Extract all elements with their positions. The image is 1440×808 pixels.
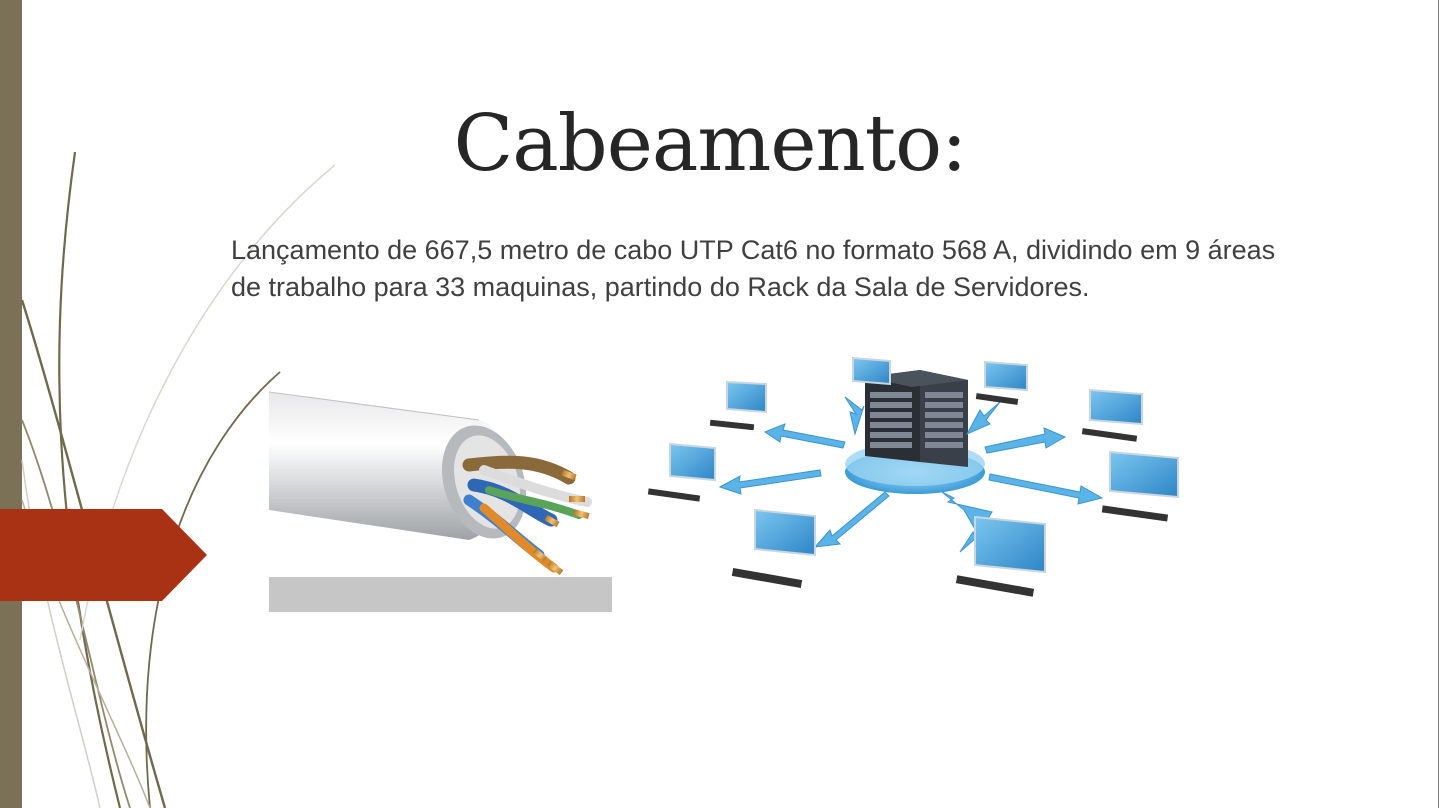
right-edge-line — [1438, 0, 1439, 808]
utp-cable-image — [269, 390, 612, 612]
accent-arrow-shape — [0, 509, 207, 601]
slide-body-text: Lançamento de 667,5 metro de cabo UTP Ca… — [231, 235, 1276, 302]
server-rack — [865, 370, 968, 467]
slide-title: Cabeamento: — [453, 99, 968, 189]
slide: Cabeamento: Lançamento de 667,5 metro de… — [0, 0, 1440, 808]
network-topology-image — [647, 356, 1179, 597]
